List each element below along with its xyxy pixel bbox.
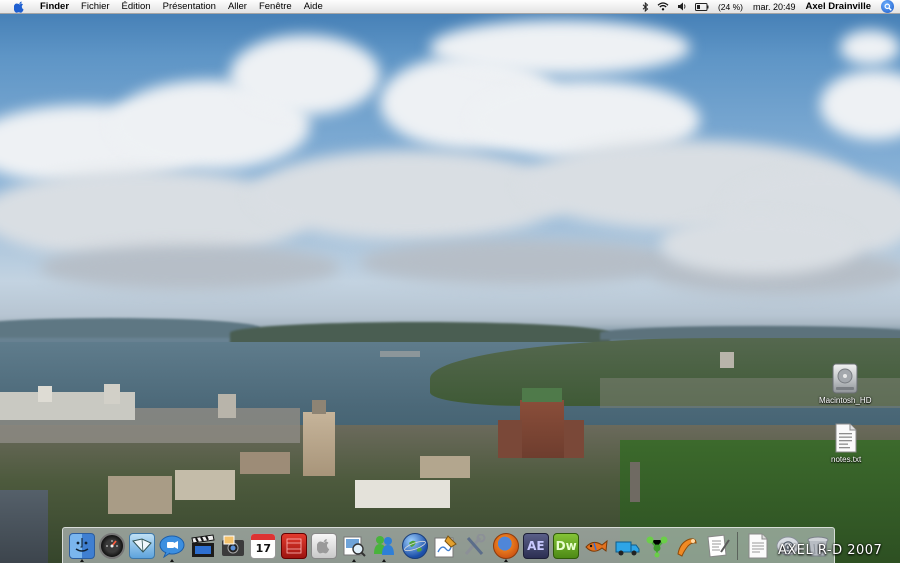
battery-percentage: (24 %): [717, 1, 743, 12]
user-menu[interactable]: Axel Drainville: [801, 1, 876, 12]
menu-fichier[interactable]: Fichier: [75, 0, 116, 14]
dock-item-photobooth[interactable]: [279, 530, 308, 562]
calendar-day: 17: [255, 541, 271, 555]
dock-item-mail[interactable]: [128, 530, 157, 562]
mail-icon: [129, 532, 156, 559]
dock-item-utilities[interactable]: [461, 530, 490, 562]
menu-aller[interactable]: Aller: [222, 0, 253, 14]
dock-item-firefox[interactable]: [491, 530, 520, 562]
dock-item-preview[interactable]: [340, 530, 369, 562]
firefox-icon: [492, 532, 519, 559]
after-effects-icon: AE: [522, 532, 549, 559]
spotlight-icon[interactable]: [881, 0, 894, 13]
dock-item-synergy[interactable]: [642, 530, 671, 562]
dock-item-msn[interactable]: [370, 530, 399, 562]
apple-menu-icon[interactable]: [11, 1, 27, 13]
dock-item-ftp[interactable]: [582, 530, 611, 562]
menu-fenetre[interactable]: Fenêtre: [253, 0, 298, 14]
messenger-icon: [371, 533, 397, 559]
photo-icon: [220, 533, 246, 559]
menu-finder[interactable]: Finder: [34, 0, 75, 14]
dock-item-dashboard[interactable]: [97, 530, 126, 562]
dock-item-document[interactable]: [743, 530, 772, 562]
menu-aide[interactable]: Aide: [298, 0, 329, 14]
dock-item-textedit[interactable]: [703, 530, 732, 562]
battery-icon[interactable]: [691, 2, 713, 11]
film-red-icon: [280, 532, 307, 559]
dock-item-dreamweaver[interactable]: Dw: [552, 530, 581, 562]
dock-separator: [737, 531, 739, 560]
running-indicator: [79, 558, 84, 562]
pen-icon: [432, 533, 458, 559]
network-icon: [644, 533, 670, 559]
desktop-wallpaper: [0, 0, 900, 563]
menu-presentation[interactable]: Présentation: [157, 0, 222, 14]
dock-item-final-cut[interactable]: [188, 530, 217, 562]
desktop-icon-label: Macintosh_HD: [819, 396, 872, 405]
dock-item-after-effects[interactable]: AE: [521, 530, 550, 562]
running-indicator: [352, 558, 357, 562]
text-edit-icon: [705, 533, 731, 559]
preview-icon: [341, 533, 367, 559]
fish-icon: [583, 533, 609, 559]
menu-edition[interactable]: Édition: [116, 0, 157, 14]
running-indicator: [503, 558, 508, 562]
ichat-icon: [159, 533, 185, 559]
calendar-icon: 17: [250, 532, 277, 559]
apple-icon: [310, 532, 337, 559]
text-document-icon: [835, 423, 857, 453]
orange-tool-icon: [674, 533, 700, 559]
dock-item-transmit[interactable]: [612, 530, 641, 562]
dock-item-system[interactable]: [309, 530, 338, 562]
dock-item-scripting[interactable]: [673, 530, 702, 562]
menu-extras: (24 %) mar. 20:49 Axel Drainville: [638, 0, 900, 14]
desktop-icon-notes-txt[interactable]: notes.txt: [831, 423, 861, 464]
dock-item-finder[interactable]: [67, 530, 96, 562]
desktop-icon-label: notes.txt: [831, 455, 862, 464]
hard-drive-icon: [832, 363, 858, 394]
wifi-icon[interactable]: [653, 2, 673, 11]
running-indicator: [170, 558, 175, 562]
dock-item-ical[interactable]: 17: [249, 530, 278, 562]
menu-bar: Finder Fichier Édition Présentation Alle…: [0, 0, 900, 14]
dock-item-google-earth[interactable]: [400, 530, 429, 562]
dashboard-icon: [98, 532, 125, 559]
running-indicator: [382, 558, 387, 562]
desktop-icon-macintosh-hd[interactable]: Macintosh_HD: [819, 363, 871, 405]
tools-icon: [462, 533, 488, 559]
finder-icon: [68, 532, 95, 559]
dock-item-pages[interactable]: [430, 530, 459, 562]
menu-clock[interactable]: mar. 20:49: [748, 2, 801, 12]
truck-icon: [614, 533, 640, 559]
clapper-icon: [190, 533, 216, 559]
watermark: AXEL R-D 2007: [778, 543, 883, 558]
dock-item-ichat[interactable]: [158, 530, 187, 562]
dock: 17 AE Dw @: [62, 527, 835, 563]
dock-item-iphoto[interactable]: [218, 530, 247, 562]
document-icon: [745, 533, 771, 559]
volume-icon[interactable]: [673, 2, 691, 11]
dreamweaver-icon: Dw: [553, 532, 580, 559]
bluetooth-icon[interactable]: [638, 1, 653, 12]
globe-icon: [401, 532, 428, 559]
